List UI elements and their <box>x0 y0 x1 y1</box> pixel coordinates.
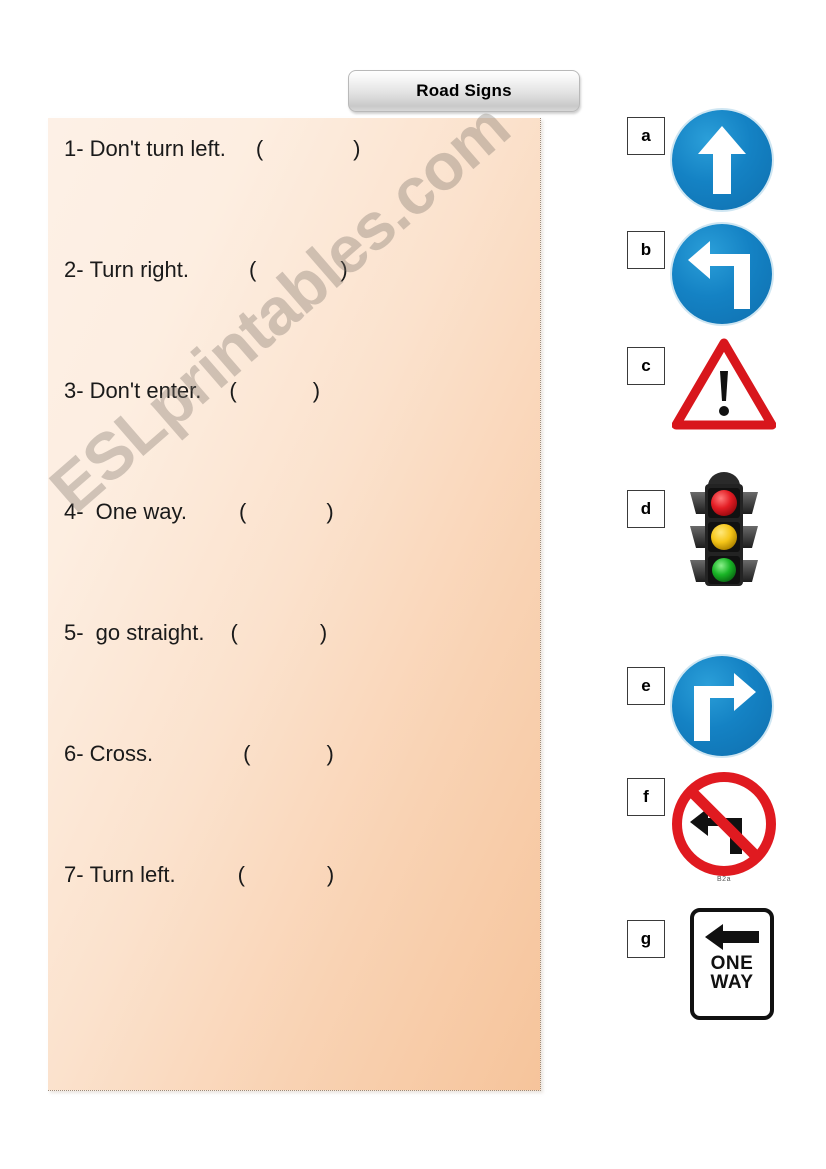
question-panel: 1- Don't turn left. ( ) 2- Turn right. (… <box>48 118 541 1091</box>
turn-right-blue-sign-icon <box>672 656 772 756</box>
sign-letter-box-c[interactable]: c <box>627 347 665 385</box>
sign-letter: f <box>643 787 649 806</box>
question-number: 7- <box>64 862 84 887</box>
question-text: Don't enter. <box>89 378 202 403</box>
sign-letter: g <box>640 929 652 948</box>
no-left-turn-sign-icon: B2a <box>672 772 776 883</box>
question-number: 2- <box>64 257 84 282</box>
sign-letter: e <box>641 676 651 695</box>
answer-open-paren: ( <box>249 257 257 282</box>
question-number: 1- <box>64 136 84 161</box>
sign-letter-box-g[interactable]: g <box>627 920 665 958</box>
question-number: 5- <box>64 620 84 645</box>
worksheet-title-banner: Road Signs <box>348 70 580 112</box>
answer-close-paren: ) <box>326 499 334 524</box>
sign-answer-column: a b c d e f B2a g ONE WAY <box>600 110 820 1040</box>
question-number: 3- <box>64 378 84 403</box>
sign-letter: c <box>641 356 651 375</box>
question-number: 6- <box>64 741 84 766</box>
list-item: 3- Don't enter. ( ) <box>64 378 540 499</box>
list-item: 4- One way. ( ) <box>64 499 540 620</box>
answer-close-paren: ) <box>353 136 361 161</box>
answer-open-paren: ( <box>237 862 245 887</box>
one-way-line2: WAY <box>710 972 754 993</box>
answer-open-paren: ( <box>238 499 247 524</box>
warning-triangle-sign-icon <box>671 337 777 431</box>
one-way-line1: ONE <box>710 953 754 974</box>
answer-open-paren: ( <box>230 620 238 645</box>
sign-letter-box-f[interactable]: f <box>627 778 665 816</box>
one-way-label: ONE WAY <box>710 954 753 992</box>
traffic-light-icon <box>672 470 776 590</box>
answer-open-paren: ( <box>243 741 251 766</box>
answer-open-paren: ( <box>229 378 237 403</box>
list-item: 2- Turn right. ( ) <box>64 257 540 378</box>
go-straight-blue-sign-icon <box>672 110 772 210</box>
answer-open-paren: ( <box>255 136 264 161</box>
sign-letter-box-b[interactable]: b <box>627 231 665 269</box>
sign-letter: b <box>640 240 652 259</box>
list-item: 6- Cross. ( ) <box>64 741 540 862</box>
sign-letter-box-d[interactable]: d <box>627 490 665 528</box>
list-item: 7- Turn left. ( ) <box>64 862 540 983</box>
question-list: 1- Don't turn left. ( ) 2- Turn right. (… <box>48 118 540 983</box>
answer-close-paren: ) <box>340 257 348 282</box>
answer-close-paren: ) <box>326 862 335 887</box>
answer-close-paren: ) <box>319 620 328 645</box>
list-item: 5- go straight. ( ) <box>64 620 540 741</box>
turn-left-blue-sign-icon <box>672 224 772 324</box>
one-way-plate-icon: ONE WAY <box>690 908 774 1020</box>
sign-caption: B2a <box>717 876 731 883</box>
list-item: 1- Don't turn left. ( ) <box>64 136 540 257</box>
question-text: Don't turn left. <box>89 136 226 161</box>
question-number: 4- <box>64 499 84 524</box>
sign-letter-box-a[interactable]: a <box>627 117 665 155</box>
page-title: Road Signs <box>416 81 512 100</box>
answer-close-paren: ) <box>312 378 321 403</box>
answer-close-paren: ) <box>326 741 334 766</box>
question-text: Turn left. <box>89 862 176 887</box>
sign-letter: d <box>640 499 652 518</box>
left-arrow-icon <box>705 924 759 950</box>
question-text: Turn right. <box>89 257 190 282</box>
question-text: Cross. <box>89 741 154 766</box>
sign-letter: a <box>641 126 651 145</box>
question-text: go straight. <box>89 620 205 645</box>
sign-letter-box-e[interactable]: e <box>627 667 665 705</box>
question-text: One way. <box>89 499 187 524</box>
